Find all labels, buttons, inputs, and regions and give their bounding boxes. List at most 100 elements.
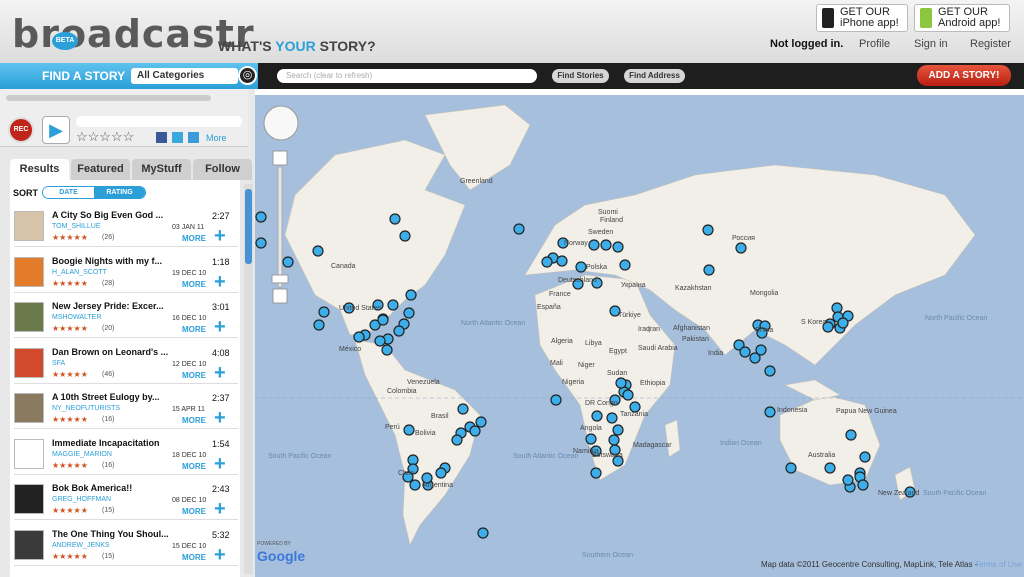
story-marker[interactable] bbox=[837, 317, 849, 329]
story-marker[interactable] bbox=[389, 213, 401, 225]
story-more-link[interactable]: MORE bbox=[182, 325, 206, 334]
story-marker[interactable] bbox=[600, 239, 612, 251]
add-to-playlist-icon[interactable]: + bbox=[214, 226, 226, 246]
find-stories-button[interactable]: Find Stories bbox=[552, 69, 609, 83]
story-row[interactable]: New Jersey Pride: Excer... MSHOWALTER ★★★★… bbox=[14, 295, 238, 338]
facebook-icon[interactable] bbox=[156, 132, 167, 143]
story-row[interactable]: A 10th Street Eulogy by... NY_NEOFUTURIST… bbox=[14, 386, 238, 429]
story-marker[interactable] bbox=[457, 403, 469, 415]
search-input[interactable]: Search (clear to refresh) bbox=[277, 69, 537, 83]
story-marker[interactable] bbox=[749, 352, 761, 364]
tab-results[interactable]: Results bbox=[10, 159, 69, 180]
story-title[interactable]: Boogie Nights with my f... bbox=[52, 256, 182, 266]
story-marker[interactable] bbox=[393, 325, 405, 337]
profile-link[interactable]: Profile bbox=[859, 38, 890, 50]
story-author[interactable]: NY_NEOFUTURISTS bbox=[52, 405, 120, 412]
add-to-playlist-icon[interactable]: + bbox=[214, 408, 226, 428]
story-row[interactable]: Dan Brown on Leonard's ... SFA ★★★★★ (46) 12… bbox=[14, 341, 238, 384]
story-row[interactable]: Boogie Nights with my f... H_ALAN_SCOTT ★★… bbox=[14, 250, 238, 293]
story-marker[interactable] bbox=[588, 239, 600, 251]
story-more-link[interactable]: MORE bbox=[182, 280, 206, 289]
terms-link[interactable]: Terms of Use bbox=[975, 560, 1023, 569]
add-to-playlist-icon[interactable]: + bbox=[214, 363, 226, 383]
globe-icon[interactable]: ◎ bbox=[238, 66, 257, 85]
play-button[interactable]: ▶ bbox=[42, 116, 70, 144]
story-author[interactable]: MAGGIE_MARION bbox=[52, 451, 112, 458]
story-marker[interactable] bbox=[619, 259, 631, 271]
story-marker[interactable] bbox=[622, 389, 634, 401]
more-link[interactable]: More bbox=[206, 133, 227, 143]
zoom-slider[interactable] bbox=[271, 274, 289, 284]
story-author[interactable]: TOM_SHILLUE bbox=[52, 223, 101, 230]
story-marker[interactable] bbox=[475, 416, 487, 428]
story-marker[interactable] bbox=[255, 211, 267, 223]
story-marker[interactable] bbox=[381, 344, 393, 356]
story-more-link[interactable]: MORE bbox=[182, 371, 206, 380]
story-marker[interactable] bbox=[451, 434, 463, 446]
story-marker[interactable] bbox=[353, 331, 365, 343]
story-author[interactable]: SFA bbox=[52, 360, 65, 367]
add-to-playlist-icon[interactable]: + bbox=[214, 454, 226, 474]
story-more-link[interactable]: MORE bbox=[182, 462, 206, 471]
rating-stars[interactable]: ☆☆☆☆☆ bbox=[76, 129, 134, 145]
story-marker[interactable] bbox=[606, 412, 618, 424]
story-marker[interactable] bbox=[513, 223, 525, 235]
zoom-out-button[interactable] bbox=[272, 288, 288, 304]
story-marker[interactable] bbox=[842, 474, 854, 486]
story-title[interactable]: Dan Brown on Leonard's ... bbox=[52, 347, 182, 357]
story-marker[interactable] bbox=[739, 346, 751, 358]
story-marker[interactable] bbox=[615, 377, 627, 389]
story-marker[interactable] bbox=[590, 467, 602, 479]
story-marker[interactable] bbox=[318, 306, 330, 318]
story-marker[interactable] bbox=[845, 429, 857, 441]
record-button[interactable]: REC bbox=[8, 117, 34, 143]
story-marker[interactable] bbox=[403, 307, 415, 319]
tab-follow[interactable]: Follow bbox=[193, 159, 252, 180]
find-address-button[interactable]: Find Address bbox=[624, 69, 685, 83]
story-author[interactable]: MSHOWALTER bbox=[52, 314, 101, 321]
story-marker[interactable] bbox=[857, 479, 869, 491]
story-marker[interactable] bbox=[403, 424, 415, 436]
story-marker[interactable] bbox=[785, 462, 797, 474]
zoom-in-button[interactable] bbox=[272, 150, 288, 166]
add-story-button[interactable]: ADD A STORY! bbox=[917, 65, 1011, 86]
story-marker[interactable] bbox=[703, 264, 715, 276]
share-icon[interactable] bbox=[188, 132, 199, 143]
progress-bar[interactable] bbox=[6, 95, 211, 101]
story-marker[interactable] bbox=[575, 261, 587, 273]
story-marker[interactable] bbox=[282, 256, 294, 268]
story-marker[interactable] bbox=[435, 467, 447, 479]
story-row[interactable]: The One Thing You Shoul... ANDREW_JENKS ★★… bbox=[14, 523, 238, 566]
sort-rating[interactable]: RATING bbox=[94, 187, 145, 198]
story-title[interactable]: A City So Big Even God ... bbox=[52, 210, 182, 220]
twitter-icon[interactable] bbox=[172, 132, 183, 143]
story-more-link[interactable]: MORE bbox=[182, 234, 206, 243]
add-to-playlist-icon[interactable]: + bbox=[214, 499, 226, 519]
story-author[interactable]: H_ALAN_SCOTT bbox=[52, 269, 107, 276]
story-marker[interactable] bbox=[477, 527, 489, 539]
scrollbar[interactable] bbox=[244, 184, 253, 574]
comment-field[interactable] bbox=[76, 116, 242, 127]
story-marker[interactable] bbox=[585, 433, 597, 445]
add-to-playlist-icon[interactable]: + bbox=[214, 272, 226, 292]
story-title[interactable]: New Jersey Pride: Excer... bbox=[52, 301, 182, 311]
story-marker[interactable] bbox=[387, 299, 399, 311]
story-title[interactable]: Bok Bok America!! bbox=[52, 483, 182, 493]
world-map[interactable]: Greenland Canada United States México Ve… bbox=[255, 95, 1024, 577]
story-marker[interactable] bbox=[735, 242, 747, 254]
story-marker[interactable] bbox=[469, 425, 481, 437]
story-author[interactable]: ANDREW_JENKS bbox=[52, 542, 110, 549]
story-marker[interactable] bbox=[612, 424, 624, 436]
story-marker[interactable] bbox=[409, 479, 421, 491]
story-marker[interactable] bbox=[405, 289, 417, 301]
story-marker[interactable] bbox=[591, 410, 603, 422]
story-marker[interactable] bbox=[377, 314, 389, 326]
story-more-link[interactable]: MORE bbox=[182, 416, 206, 425]
story-marker[interactable] bbox=[556, 255, 568, 267]
zoom-track[interactable] bbox=[277, 166, 283, 288]
story-marker[interactable] bbox=[824, 462, 836, 474]
story-marker[interactable] bbox=[764, 406, 776, 418]
sort-date[interactable]: DATE bbox=[43, 187, 94, 198]
story-marker[interactable] bbox=[859, 451, 871, 463]
category-select[interactable]: All Categories bbox=[131, 68, 238, 84]
